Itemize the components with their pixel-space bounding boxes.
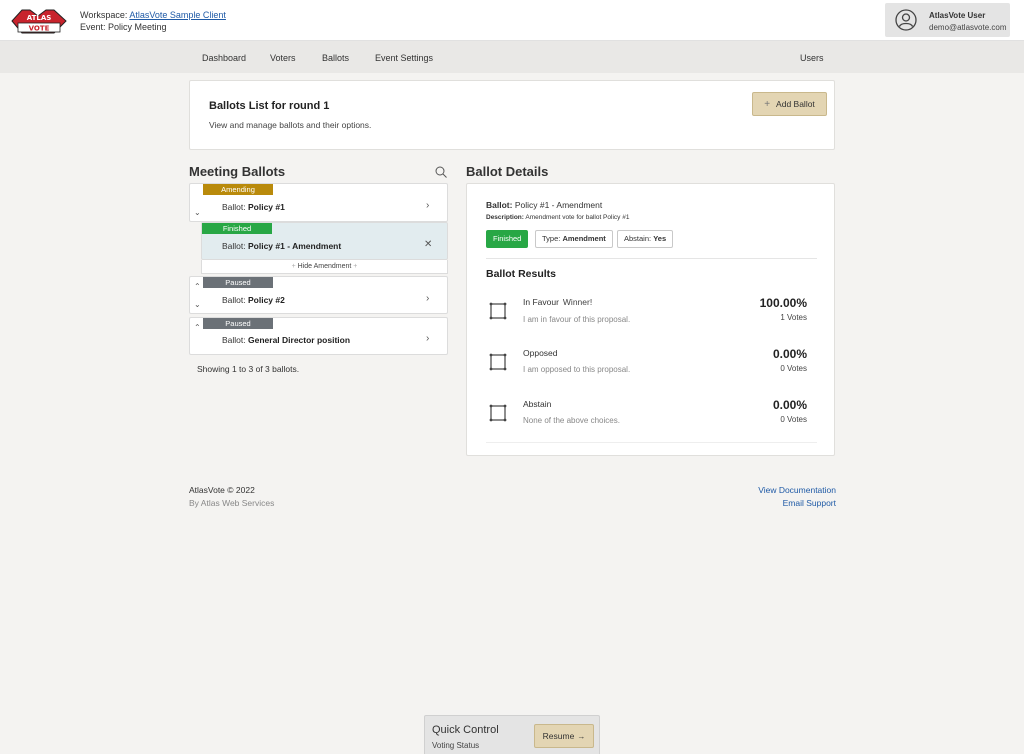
option-description: None of the above choices. <box>523 416 620 425</box>
chevron-up-icon[interactable]: ⌃ <box>194 282 201 291</box>
email-support-link[interactable]: Email Support <box>758 497 836 510</box>
status-badge: Finished <box>202 223 272 234</box>
option-marker-icon <box>489 353 507 371</box>
option-votes: 0 Votes <box>780 364 807 373</box>
workspace-info: Workspace: AtlasVote Sample Client Event… <box>80 9 226 33</box>
chevron-up-icon[interactable]: ⌃ <box>194 323 201 332</box>
option-percent: 0.00% <box>772 347 807 361</box>
footer-links: View Documentation Email Support <box>758 484 836 510</box>
footer-by: By Atlas Web Services <box>189 498 275 508</box>
nav-users[interactable]: Users <box>800 53 824 63</box>
ballot-description-line: Description: Amendment vote for ballot P… <box>486 214 630 221</box>
chevron-right-icon[interactable]: › <box>426 200 429 211</box>
main-nav: Dashboard Voters Ballots Event Settings … <box>0 41 1024 73</box>
page-header-card: Ballots List for round 1 View and manage… <box>189 80 835 150</box>
footer-left: AtlasVote © 2022 By Atlas Web Services <box>189 484 274 510</box>
ballot-details-card: Ballot: Policy #1 - Amendment Descriptio… <box>466 183 835 456</box>
ballot-name-line: Ballot: Policy #1 - Amendment <box>486 200 603 210</box>
option-name: Abstain <box>523 399 552 409</box>
nav-ballots[interactable]: Ballots <box>322 53 349 63</box>
chevron-right-icon[interactable]: › <box>426 333 429 344</box>
hide-amendment-label: Hide Amendment <box>297 263 352 270</box>
nav-dashboard[interactable]: Dashboard <box>202 53 246 63</box>
hide-amendment-toggle[interactable]: + Hide Amendment + <box>201 260 448 274</box>
copyright: AtlasVote © 2022 <box>189 485 255 495</box>
quick-control-title: Quick Control <box>432 724 499 736</box>
plus-icon: + <box>764 98 771 110</box>
ballot-label: Ballot: Policy #1 - Amendment <box>222 241 342 251</box>
ballot-results-title: Ballot Results <box>486 268 557 280</box>
divider <box>486 258 817 259</box>
meeting-ballots-title: Meeting Ballots <box>189 164 286 179</box>
option-name: In Favour Winner! <box>523 297 593 307</box>
search-icon[interactable] <box>435 166 447 178</box>
add-ballot-label: Add Ballot <box>776 99 815 109</box>
page-title: Ballots List for round 1 <box>209 100 330 112</box>
ballot-details-title: Ballot Details <box>466 164 549 179</box>
ballot-item-policy-2[interactable]: Paused ⌃ ⌄ Ballot: Policy #2 › <box>189 276 448 314</box>
option-votes: 1 Votes <box>780 313 807 322</box>
resume-button[interactable]: Resume → <box>534 724 594 748</box>
svg-text:VOTE: VOTE <box>29 25 50 33</box>
nav-voters[interactable]: Voters <box>270 53 296 63</box>
status-badge: Paused <box>203 318 273 329</box>
option-description: I am in favour of this proposal. <box>523 315 631 324</box>
view-documentation-link[interactable]: View Documentation <box>758 484 836 497</box>
resume-label: Resume <box>542 731 575 741</box>
option-name: Opposed <box>523 348 558 358</box>
divider <box>486 442 817 443</box>
event-label: Event: <box>80 22 106 32</box>
top-bar: ATLAS VOTE Workspace: AtlasVote Sample C… <box>0 0 1024 41</box>
ballot-item-policy-1[interactable]: Amending ⌄ Ballot: Policy #1 › <box>189 183 448 222</box>
nav-event-settings[interactable]: Event Settings <box>375 53 433 63</box>
option-votes: 0 Votes <box>780 415 807 424</box>
option-percent: 0.00% <box>772 398 807 412</box>
workspace-label: Workspace: <box>80 10 128 20</box>
status-badge: Amending <box>203 184 273 195</box>
svg-text:ATLAS: ATLAS <box>27 14 52 22</box>
option-description: I am opposed to this proposal. <box>523 365 631 374</box>
abstain-tag: Abstain: Yes <box>617 230 674 248</box>
user-email: demo@atlasvote.com <box>929 23 1007 32</box>
ballot-label: Ballot: General Director position <box>222 335 351 345</box>
add-ballot-button[interactable]: + Add Ballot <box>752 92 827 116</box>
winner-label: Winner! <box>562 297 593 307</box>
chevron-right-icon[interactable]: › <box>426 293 429 304</box>
chevron-down-icon[interactable]: ⌄ <box>194 300 201 309</box>
quick-control-panel: Quick Control Voting Status Resume → <box>424 715 600 754</box>
arrow-right-icon: → <box>577 731 586 741</box>
pagination-summary: Showing 1 to 3 of 3 ballots. <box>197 364 300 374</box>
atlasvote-logo-icon[interactable]: ATLAS VOTE <box>8 7 70 35</box>
user-menu[interactable]: AtlasVote User demo@atlasvote.com <box>885 3 1010 37</box>
user-name: AtlasVote User <box>929 11 986 20</box>
chevron-down-icon[interactable]: ⌄ <box>194 208 201 217</box>
voting-status-label: Voting Status <box>432 741 480 750</box>
option-percent: 100.00% <box>759 296 807 310</box>
ballot-label: Ballot: Policy #1 <box>222 202 285 212</box>
page-subtitle: View and manage ballots and their option… <box>209 120 372 130</box>
workspace-link[interactable]: AtlasVote Sample Client <box>129 10 226 20</box>
user-avatar-icon <box>895 9 917 31</box>
status-badge: Paused <box>203 277 273 288</box>
ballot-item-policy-1-amendment[interactable]: Finished Ballot: Policy #1 - Amendment ✕ <box>201 222 448 260</box>
ballot-item-general-director[interactable]: Paused ⌃ Ballot: General Director positi… <box>189 317 448 355</box>
option-marker-icon <box>489 302 507 320</box>
event-name: Policy Meeting <box>108 22 167 32</box>
status-tag: Finished <box>486 230 529 248</box>
option-marker-icon <box>489 404 507 422</box>
type-tag: Type: Amendment <box>535 230 613 248</box>
ballot-label: Ballot: Policy #2 <box>222 295 285 305</box>
close-icon[interactable]: ✕ <box>424 239 432 250</box>
